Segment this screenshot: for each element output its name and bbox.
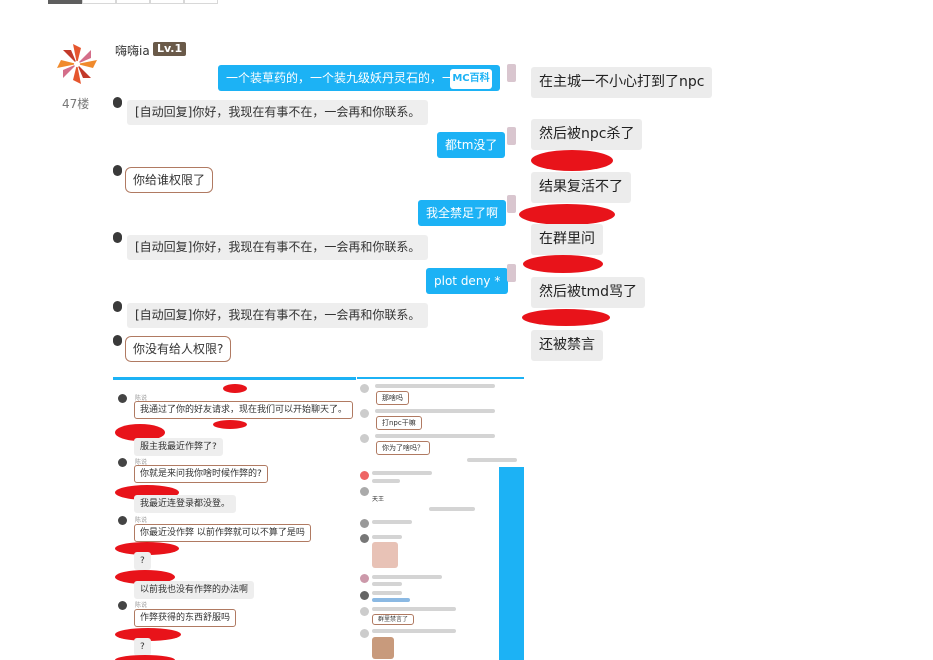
message-line bbox=[372, 479, 400, 483]
contact-avatar bbox=[113, 232, 122, 243]
chat-message-in: ? bbox=[134, 638, 151, 656]
chat-screenshot-left: 陈说 我通过了你的好友请求，现在我们可以开始聊天了。 服主我最近作弊了? 陈说 … bbox=[113, 377, 356, 660]
chat-message: 你为了啥吗？ bbox=[376, 441, 430, 455]
chat-message-in: 你就是来问我你啥时候作弊的? bbox=[134, 465, 268, 483]
chat-message-in: 以前我也没有作弊的办法啊 bbox=[134, 581, 255, 599]
comment-note: 然后被tmd骂了 bbox=[531, 277, 646, 308]
contact-avatar bbox=[118, 458, 127, 467]
message-line bbox=[372, 582, 402, 586]
contact-avatar bbox=[360, 591, 369, 600]
redaction-mark bbox=[223, 384, 247, 393]
self-avatar bbox=[507, 264, 516, 282]
sticker-image bbox=[372, 542, 398, 568]
chat-message: 那啥吗 bbox=[376, 391, 409, 405]
auto-reply-message: [自动回复]你好，我现在有事不在，一会再和你联系。 bbox=[127, 235, 429, 260]
contact-avatar bbox=[118, 394, 127, 403]
message-header bbox=[372, 535, 402, 539]
chat-message-out: 我全禁足了啊 bbox=[418, 200, 507, 226]
chat-message-in: 我通过了你的好友请求，现在我们可以开始聊天了。 bbox=[134, 401, 354, 419]
page-tab[interactable] bbox=[150, 0, 184, 4]
chat-message-out: plot deny * bbox=[426, 268, 509, 294]
inner-chat-window: 天王 群里禁言了 bbox=[357, 467, 524, 660]
chat-message-in: ? bbox=[134, 552, 151, 570]
redaction-mark bbox=[519, 204, 615, 225]
contact-avatar bbox=[360, 607, 369, 616]
username-link[interactable]: 嗨嗨ia bbox=[115, 42, 150, 59]
contact-avatar bbox=[360, 519, 369, 528]
chat-message-out: 都tm没了 bbox=[437, 132, 506, 158]
comment-note: 在主城一不小心打到了npc bbox=[531, 67, 713, 98]
page-tab-strip bbox=[48, 0, 218, 4]
message-header bbox=[372, 607, 456, 611]
system-notice bbox=[429, 507, 475, 511]
auto-reply-message: [自动回复]你好，我现在有事不在，一会再和你联系。 bbox=[127, 100, 429, 125]
inner-chat-panel: 天王 群里禁言了 bbox=[357, 467, 499, 660]
chat-screenshot: 一个装草药的，一个装九级妖丹灵石的，一个 MC百科 [自动回复]你好，我现在有事… bbox=[113, 62, 523, 366]
auto-reply-message: [自动回复]你好，我现在有事不在，一会再和你联系。 bbox=[127, 303, 429, 328]
contact-avatar bbox=[113, 301, 122, 312]
redaction-mark bbox=[115, 655, 175, 660]
chat-message-in: 你没有给人权限? bbox=[125, 336, 232, 362]
comment-note: 还被禁言 bbox=[531, 330, 603, 361]
contact-avatar bbox=[360, 487, 369, 496]
contact-avatar bbox=[360, 434, 369, 443]
self-avatar bbox=[507, 127, 516, 145]
sender-name: 陈说 bbox=[135, 517, 148, 524]
contact-avatar bbox=[113, 97, 122, 108]
page-tab[interactable] bbox=[184, 0, 218, 4]
message-header bbox=[372, 591, 402, 595]
message-header bbox=[372, 471, 432, 475]
message-header bbox=[375, 384, 495, 388]
page-tab[interactable] bbox=[116, 0, 150, 4]
contact-avatar bbox=[118, 516, 127, 525]
sender-name: 陈说 bbox=[135, 602, 148, 609]
contact-avatar bbox=[360, 574, 369, 583]
level-badge: Lv.1 bbox=[153, 42, 187, 56]
chat-screenshot-right: 那啥吗 打npc干嘛 你为了啥吗？ 天王 群里禁言了 bbox=[357, 377, 524, 660]
contact-avatar bbox=[360, 384, 369, 393]
message-header bbox=[372, 575, 442, 579]
comment-note: 结果复活不了 bbox=[531, 172, 631, 203]
redaction-mark bbox=[522, 309, 610, 326]
message-header bbox=[375, 409, 495, 413]
self-avatar bbox=[507, 195, 516, 213]
redaction-mark bbox=[213, 420, 247, 429]
chat-message-in: 服主我最近作弊了? bbox=[134, 438, 223, 456]
floor-number: 47楼 bbox=[62, 97, 90, 111]
page-tab[interactable] bbox=[82, 0, 116, 4]
user-avatar[interactable] bbox=[54, 41, 100, 87]
page-tab[interactable] bbox=[48, 0, 82, 4]
chat-message: 群里禁言了 bbox=[372, 614, 415, 625]
message-header bbox=[372, 629, 456, 633]
mc-logo: MC百科 bbox=[450, 69, 492, 89]
contact-avatar bbox=[113, 335, 122, 346]
chat-message-in: 你最近没作弊 以前作弊就可以不算了是吗 bbox=[134, 524, 311, 542]
redaction-mark bbox=[531, 150, 613, 171]
comment-note: 然后被npc杀了 bbox=[531, 119, 643, 150]
chat-message-in: 作弊获得的东西舒服吗 bbox=[134, 609, 237, 627]
message-text: 天王 bbox=[372, 496, 385, 503]
contact-avatar bbox=[360, 409, 369, 418]
contact-avatar bbox=[113, 165, 122, 176]
contact-avatar bbox=[360, 534, 369, 543]
message-header bbox=[375, 434, 495, 438]
contact-avatar bbox=[118, 601, 127, 610]
chat-message-in: 我最近连登录都没登。 bbox=[134, 495, 237, 513]
redaction-mark bbox=[523, 255, 603, 273]
contact-avatar bbox=[360, 629, 369, 638]
chat-message-in: 你给谁权限了 bbox=[125, 167, 214, 193]
message-header bbox=[372, 520, 412, 524]
chat-message: 打npc干嘛 bbox=[376, 416, 422, 430]
self-avatar bbox=[507, 64, 516, 82]
message-line bbox=[372, 598, 410, 602]
sticker-image bbox=[372, 637, 394, 659]
contact-avatar bbox=[360, 471, 369, 480]
system-notice bbox=[467, 458, 517, 462]
comment-note: 在群里问 bbox=[531, 224, 603, 255]
